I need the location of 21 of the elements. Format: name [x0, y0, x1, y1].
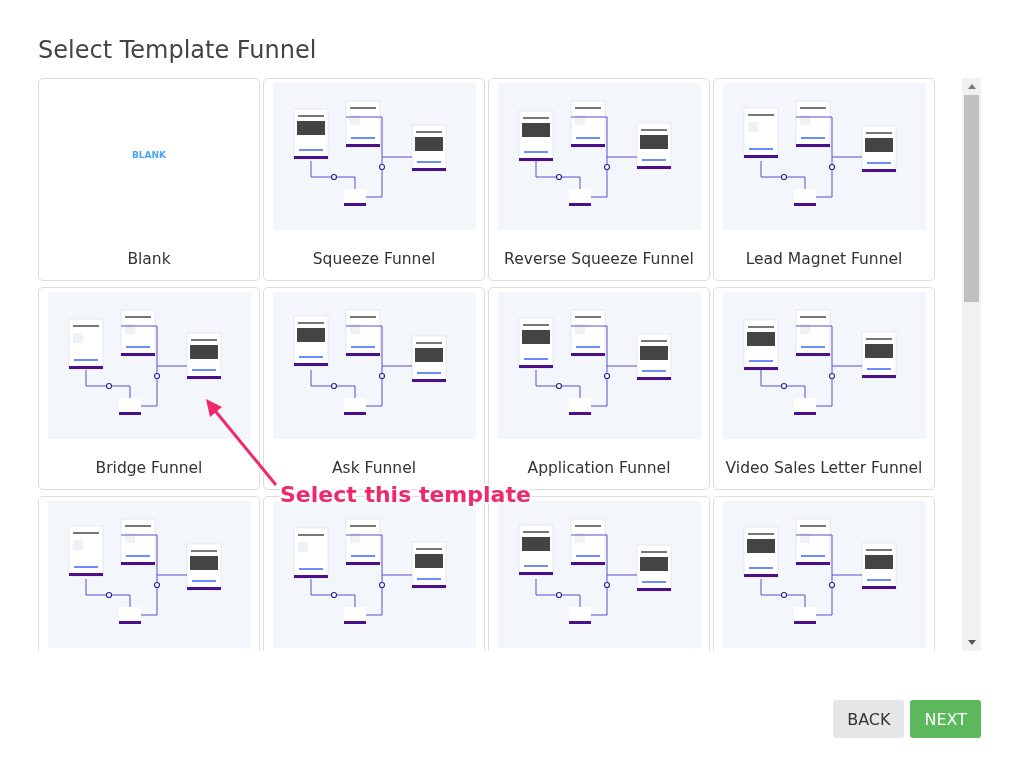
- template-name: Application Funnel: [527, 459, 671, 477]
- template-name: Reverse Squeeze Funnel: [504, 250, 694, 268]
- template-name: Blank: [127, 250, 171, 268]
- scroll-down-icon[interactable]: [967, 640, 976, 645]
- template-card[interactable]: BLANK Blank: [38, 78, 260, 281]
- template-card[interactable]: Bridge Funnel: [38, 287, 260, 490]
- scroll-up-icon[interactable]: [967, 84, 976, 89]
- template-name: Ask Funnel: [332, 459, 416, 477]
- back-button[interactable]: BACK: [833, 700, 905, 738]
- template-name: Video Sales Letter Funnel: [725, 459, 923, 477]
- blank-preview-text: BLANK: [131, 149, 167, 160]
- template-card[interactable]: Reverse Squeeze Funnel: [488, 78, 710, 281]
- dialog-title: Select Template Funnel: [38, 36, 318, 64]
- scrollbar-thumb[interactable]: [964, 95, 979, 302]
- template-name: Bridge Funnel: [95, 459, 203, 477]
- template-card[interactable]: Lead Magnet Funnel: [713, 78, 935, 281]
- template-name: Squeeze Funnel: [312, 250, 436, 268]
- template-card[interactable]: Video Sales Letter Funnel: [713, 287, 935, 490]
- scrollbar[interactable]: [962, 78, 981, 651]
- template-name: Lead Magnet Funnel: [745, 250, 903, 268]
- template-card[interactable]: Squeeze Funnel: [263, 78, 485, 281]
